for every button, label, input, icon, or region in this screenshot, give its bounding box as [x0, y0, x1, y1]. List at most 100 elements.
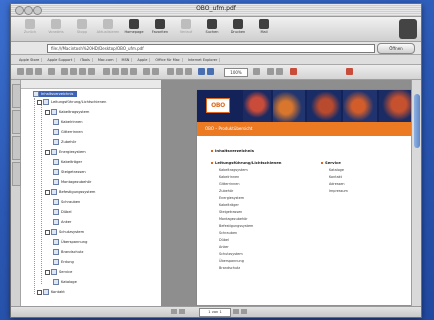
tree-leaf-item[interactable]: Steigetrassen: [53, 169, 86, 175]
tree-leaf-item[interactable]: Zubehör: [53, 139, 76, 145]
toc-entry[interactable]: Kabelträger: [219, 203, 239, 207]
toc-entry[interactable]: Steigetrassen: [219, 210, 242, 214]
signatures-tab[interactable]: [12, 162, 21, 186]
tree-leaf-item[interactable]: Erdung: [53, 259, 74, 265]
zoom-out-icon[interactable]: [198, 68, 205, 75]
toc-entry[interactable]: Adressen: [329, 182, 345, 186]
toc-entry[interactable]: Befestigungssystem: [219, 224, 253, 228]
expand-toggle-icon[interactable]: [37, 289, 42, 295]
bookmark-link[interactable]: Apple Support: [45, 57, 76, 62]
actual-size-icon[interactable]: [167, 68, 174, 75]
navigation-pane-icon[interactable]: [48, 68, 55, 75]
tree-folder-item[interactable]: Schutzsystem: [45, 229, 84, 235]
go-back-icon[interactable]: [143, 68, 150, 75]
text-select-icon[interactable]: [79, 68, 86, 75]
toc-entry[interactable]: Überspannung: [219, 259, 244, 263]
tree-folder-item[interactable]: Befestigungssystem: [45, 189, 95, 195]
bookmark-link[interactable]: iTools: [78, 57, 93, 62]
thumbnails-tab[interactable]: [12, 110, 21, 134]
tree-leaf-item[interactable]: Gitterrinnen: [53, 129, 83, 135]
print-pdf-icon[interactable]: [26, 68, 33, 75]
tree-leaf-item[interactable]: Anker: [53, 219, 71, 225]
favorites-button[interactable]: Favoriten: [147, 19, 173, 39]
tree-leaf-item[interactable]: Kataloge: [53, 279, 77, 285]
scrollbar-thumb[interactable]: [414, 94, 420, 148]
find-icon[interactable]: [267, 68, 274, 75]
zoom-in-icon[interactable]: [207, 68, 214, 75]
previous-page-icon[interactable]: [112, 68, 119, 75]
tree-leaf-item[interactable]: Kabelrinnen: [53, 119, 83, 125]
toc-entry[interactable]: Gitterrinnen: [219, 182, 240, 186]
first-page-icon[interactable]: [103, 68, 110, 75]
next-page-nav-icon[interactable]: [233, 309, 239, 314]
toc-entry[interactable]: Kataloge: [329, 168, 344, 172]
home-button[interactable]: Homepage: [121, 19, 147, 39]
toc-entry[interactable]: Kontakt: [329, 175, 342, 179]
tree-leaf-item[interactable]: Schrauben: [53, 199, 80, 205]
tree-leaf-item[interactable]: Überspannung: [53, 239, 87, 245]
tree-root[interactable]: Inhaltsverzeichnis: [33, 91, 78, 97]
expand-toggle-icon[interactable]: [45, 149, 50, 155]
tree-folder-item[interactable]: Kontakt: [37, 289, 65, 295]
hand-tool-icon[interactable]: [61, 68, 68, 75]
page-number-field[interactable]: 1 von 1: [199, 308, 231, 317]
expand-toggle-icon[interactable]: [45, 109, 50, 115]
bookmark-link[interactable]: MSN: [120, 57, 133, 62]
title-bar[interactable]: OBO_ufm.pdf: [11, 4, 421, 17]
zoom-level-field[interactable]: 100%: [224, 68, 248, 77]
go-forward-icon[interactable]: [152, 68, 159, 75]
comments-tab[interactable]: [12, 136, 21, 160]
last-page-icon[interactable]: [130, 68, 137, 75]
toc-entry[interactable]: Impressum: [329, 189, 348, 193]
fit-page-icon[interactable]: [176, 68, 183, 75]
tree-folder-item[interactable]: Kabeltragsystem: [45, 109, 89, 115]
toc-entry[interactable]: Energiesystem: [219, 196, 244, 200]
expand-toggle-icon[interactable]: [37, 99, 42, 105]
fit-width-icon[interactable]: [185, 68, 192, 75]
acrobat-logo-icon[interactable]: [290, 68, 297, 75]
tree-folder-item[interactable]: Leitungsführung/Lichtschienen: [37, 99, 106, 105]
forward-button[interactable]: Vorwärts: [43, 19, 69, 39]
toc-entry[interactable]: Brandschutz: [219, 266, 240, 270]
save-icon[interactable]: [17, 68, 24, 75]
tree-leaf-item[interactable]: Kabelträger: [53, 159, 82, 165]
toc-entry[interactable]: Kabeltragsystem: [219, 168, 248, 172]
graphics-select-icon[interactable]: [88, 68, 95, 75]
stop-button[interactable]: Stopp: [69, 19, 95, 39]
toc-entry[interactable]: Kabelrinnen: [219, 175, 239, 179]
mail-button[interactable]: Mail: [251, 19, 277, 39]
bookmark-link[interactable]: Apple Store: [17, 57, 43, 62]
bookmark-link[interactable]: Mac.com: [96, 57, 117, 62]
zoom-tool-icon[interactable]: [70, 68, 77, 75]
tree-leaf-item[interactable]: Montagezubehör: [53, 179, 91, 185]
refresh-button[interactable]: Aktualisieren: [95, 19, 121, 39]
history-button[interactable]: Verlauf: [173, 19, 199, 39]
last-page-nav-icon[interactable]: [241, 309, 247, 314]
toc-entry[interactable]: Schrauben: [219, 231, 237, 235]
rotate-icon[interactable]: [253, 68, 260, 75]
print-button[interactable]: Drucken: [225, 19, 251, 39]
bookmarks-tab[interactable]: [12, 84, 21, 108]
go-button[interactable]: Öffnen: [377, 43, 415, 54]
url-input[interactable]: file:///Macintosh%20HD/Desktop/OBO_ufm.p…: [47, 44, 375, 53]
search-button[interactable]: Suchen: [199, 19, 225, 39]
tree-leaf-item[interactable]: Brandschutz: [53, 249, 83, 255]
toc-entry[interactable]: Dübel: [219, 238, 229, 242]
email-icon[interactable]: [35, 68, 42, 75]
toc-entry[interactable]: Zubehör: [219, 189, 233, 193]
bookmark-link[interactable]: Office für Mac: [153, 57, 183, 62]
expand-toggle-icon[interactable]: [45, 229, 50, 235]
toc-entry[interactable]: Montagezubehör: [219, 217, 248, 221]
first-page-nav-icon[interactable]: [171, 309, 177, 314]
vertical-scrollbar[interactable]: [411, 80, 421, 307]
next-page-icon[interactable]: [121, 68, 128, 75]
toc-entry[interactable]: Anker: [219, 245, 229, 249]
tree-leaf-item[interactable]: Dübel: [53, 209, 72, 215]
back-button[interactable]: Zurück: [17, 19, 43, 39]
toc-entry[interactable]: Schutzsystem: [219, 252, 243, 256]
expand-toggle-icon[interactable]: [45, 189, 50, 195]
tree-folder-item[interactable]: Energiesystem: [45, 149, 86, 155]
bookmark-link[interactable]: Apple: [135, 57, 151, 62]
previous-page-nav-icon[interactable]: [179, 309, 185, 314]
expand-toggle-icon[interactable]: [45, 269, 50, 275]
